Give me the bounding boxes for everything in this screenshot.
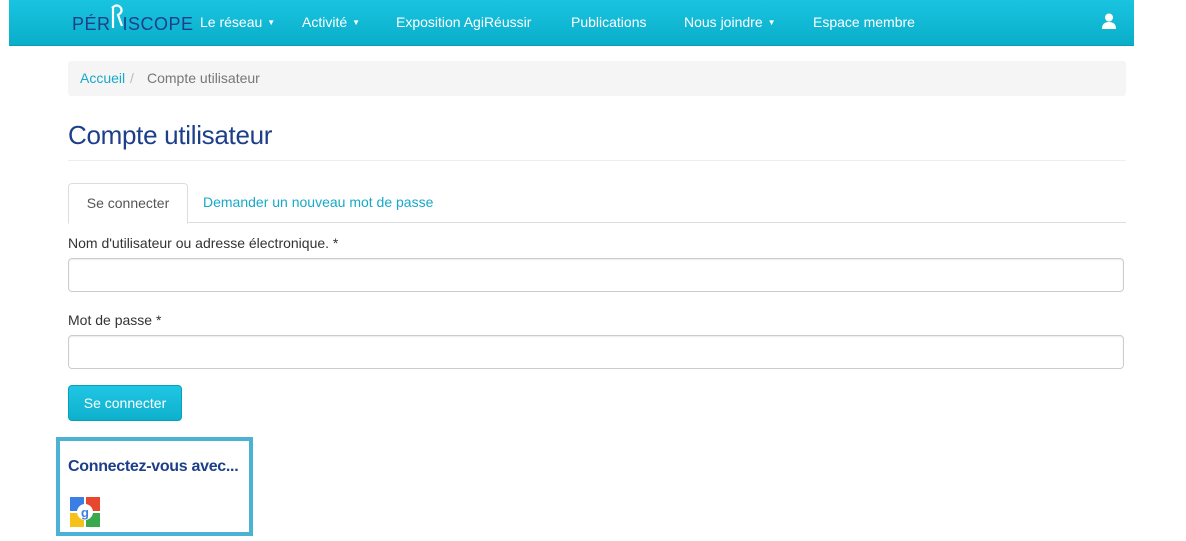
breadcrumb-home-link[interactable]: Accueil <box>80 70 125 86</box>
user-icon[interactable] <box>1102 13 1116 33</box>
site-logo[interactable]: PÉR ISCOPE <box>72 4 194 36</box>
tab-login-label: Se connecter <box>86 195 170 211</box>
username-input[interactable] <box>68 258 1124 292</box>
title-divider <box>68 160 1126 161</box>
logo-text-left: PÉR <box>72 14 111 34</box>
nav-item-espace-membre[interactable]: Espace membre <box>813 14 915 30</box>
nav-item-le-reseau[interactable]: Le réseau ▼ <box>200 14 275 30</box>
password-input[interactable] <box>68 335 1124 369</box>
login-button[interactable]: Se connecter <box>68 385 182 421</box>
nav-item-label: Exposition AgiRéussir <box>396 14 532 30</box>
nav-item-publications[interactable]: Publications <box>571 14 647 30</box>
nav-item-label: Publications <box>571 14 647 30</box>
breadcrumb-separator: / <box>130 70 134 86</box>
nav-item-label: Activité <box>302 14 348 30</box>
caret-down-icon: ▼ <box>267 18 276 27</box>
nav-item-nous-joindre[interactable]: Nous joindre ▼ <box>684 14 776 30</box>
logo-mark-icon <box>110 4 123 30</box>
caret-down-icon: ▼ <box>767 18 776 27</box>
username-label: Nom d'utilisateur ou adresse électroniqu… <box>68 235 339 251</box>
logo-text-right: ISCOPE <box>122 14 194 34</box>
nav-item-label: Espace membre <box>813 14 915 30</box>
top-navbar: PÉR ISCOPE Le réseau ▼ Activité ▼ Expositio… <box>9 0 1134 46</box>
tab-request-password[interactable]: Demander un nouveau mot de passe <box>203 194 433 210</box>
svg-text:g: g <box>81 505 89 520</box>
password-label: Mot de passe * <box>68 312 162 328</box>
google-icon[interactable]: g <box>70 497 100 531</box>
nav-item-exposition[interactable]: Exposition AgiRéussir <box>396 14 531 30</box>
breadcrumb: Accueil / Compte utilisateur <box>68 61 1126 96</box>
nav-item-label: Le réseau <box>200 14 263 30</box>
tab-login[interactable]: Se connecter <box>68 183 188 224</box>
caret-down-icon: ▼ <box>352 18 361 27</box>
page-title: Compte utilisateur <box>68 120 273 150</box>
breadcrumb-current: Compte utilisateur <box>147 70 260 86</box>
social-login-panel: Connectez-vous avec... g <box>56 437 253 536</box>
nav-item-activite[interactable]: Activité ▼ <box>302 14 360 30</box>
nav-item-label: Nous joindre <box>684 14 763 30</box>
social-login-title: Connectez-vous avec... <box>68 458 239 475</box>
tabs-divider <box>68 222 1126 223</box>
